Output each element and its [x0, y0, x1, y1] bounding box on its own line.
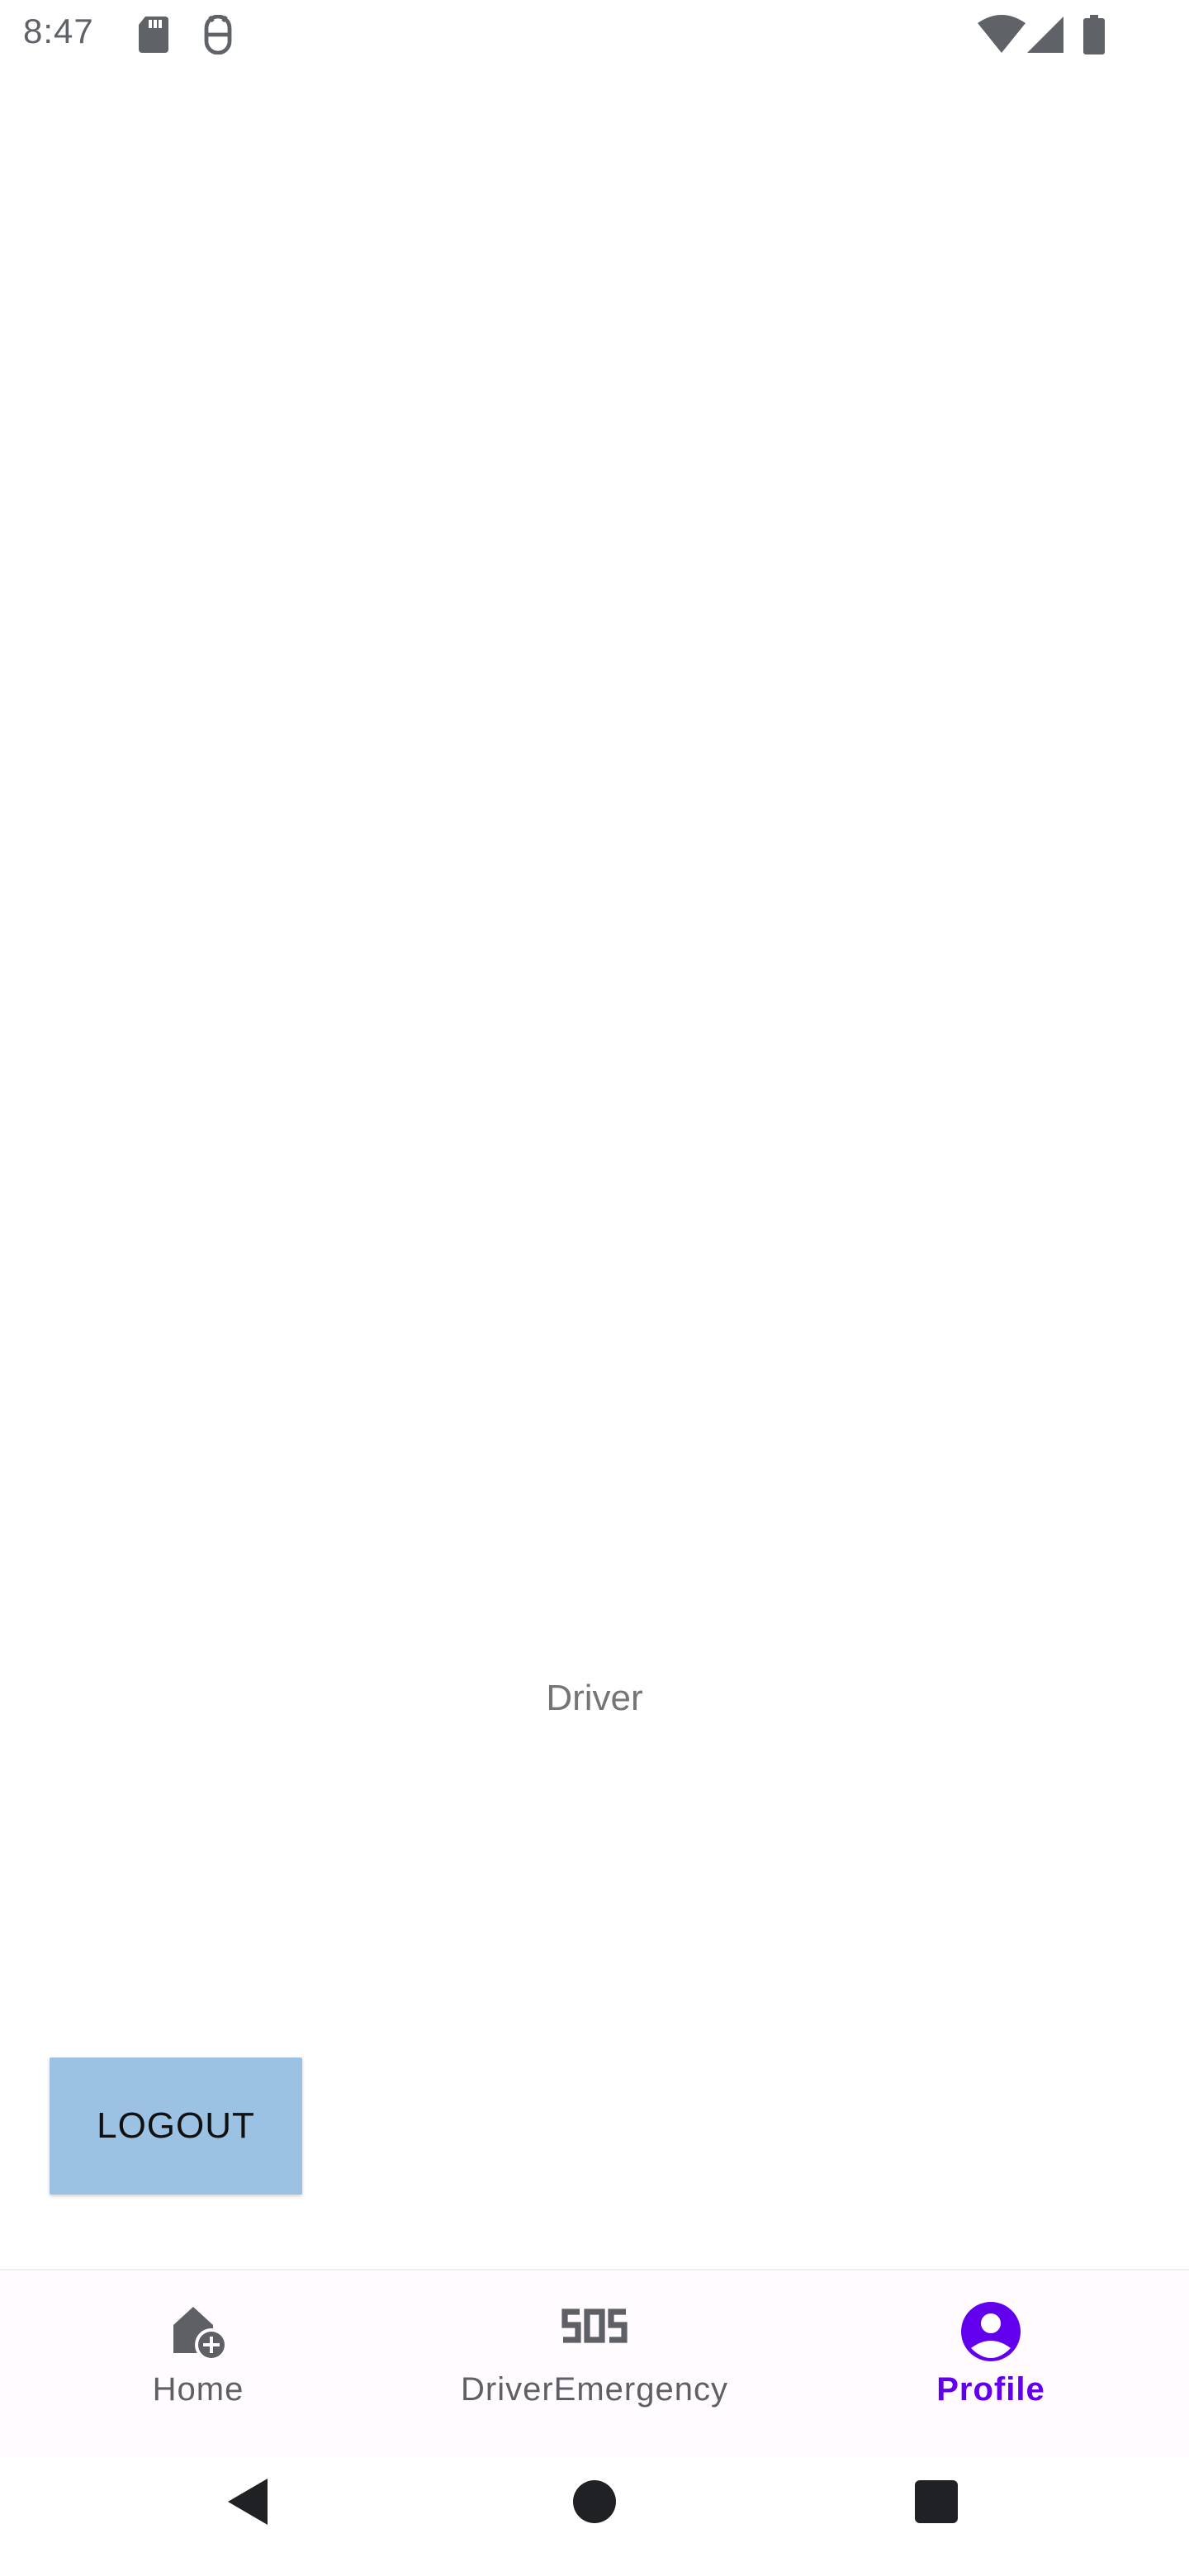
user-role-label: Driver	[546, 1678, 643, 1718]
nav-item-driver-emergency[interactable]: DriverEmergency	[396, 2271, 793, 2459]
sos-icon	[560, 2307, 629, 2351]
nav-label-driver-emergency: DriverEmergency	[461, 2371, 728, 2408]
nav-label-profile: Profile	[936, 2371, 1045, 2408]
battery-icon	[1082, 15, 1106, 59]
nav-item-profile[interactable]: Profile	[793, 2271, 1189, 2459]
nav-label-home: Home	[152, 2371, 244, 2408]
nav-item-home[interactable]: Home	[0, 2271, 396, 2459]
bottom-navigation: Home DriverEmergency Profile	[0, 2269, 1189, 2459]
status-bar: 8:47	[0, 0, 1189, 69]
sd-card-icon	[135, 15, 172, 59]
back-icon[interactable]	[225, 2477, 271, 2531]
home-icon[interactable]	[571, 2477, 618, 2531]
android-debug-icon	[200, 14, 236, 59]
system-navigation-bar	[0, 2457, 1189, 2576]
account-circle-icon	[959, 2300, 1022, 2367]
logout-button[interactable]: LOGOUT	[50, 2057, 302, 2195]
home-add-icon	[167, 2300, 230, 2367]
recents-icon[interactable]	[913, 2477, 959, 2531]
app-screen: 8:47 Driver LOGOUT Home DriverEmergency …	[0, 0, 1189, 2576]
status-time: 8:47	[23, 12, 94, 50]
wifi-icon	[978, 15, 1026, 59]
cell-signal-icon	[1027, 15, 1063, 59]
